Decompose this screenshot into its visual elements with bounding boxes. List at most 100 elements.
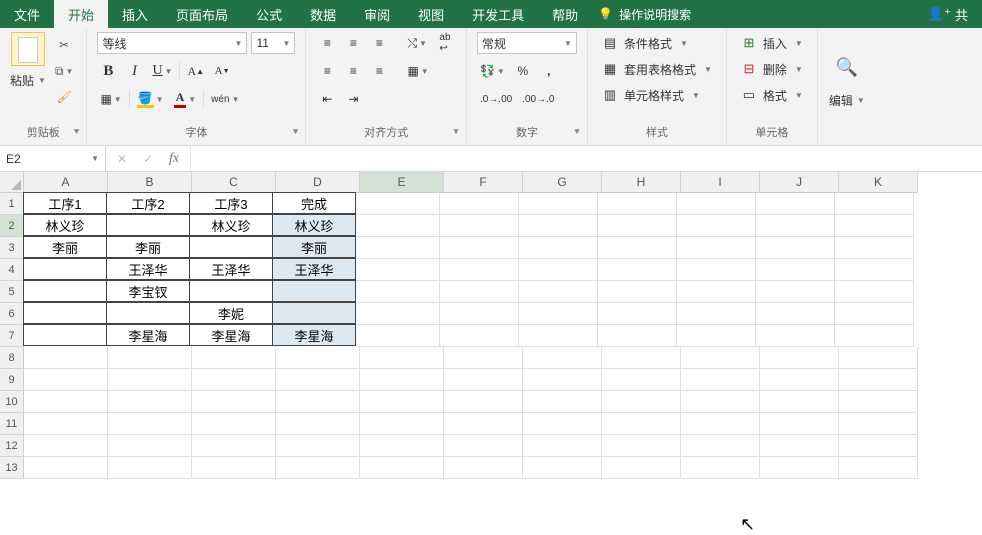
cell[interactable]: 工序2 (106, 192, 190, 214)
row-header[interactable]: 10 (0, 391, 24, 413)
cell[interactable] (677, 303, 756, 325)
cell[interactable] (272, 302, 356, 324)
delete-cells-button[interactable]: ⊟删除▼ (737, 58, 807, 80)
cell[interactable] (444, 369, 523, 391)
italic-button[interactable]: I (123, 60, 145, 82)
tab-home[interactable]: 开始 (54, 0, 108, 28)
cell[interactable]: 林义珍 (272, 214, 356, 236)
cell[interactable]: 李丽 (106, 236, 190, 258)
formula-enter-button[interactable]: ✓ (136, 148, 160, 170)
cell[interactable]: 工序3 (189, 192, 273, 214)
cell[interactable] (756, 281, 835, 303)
column-header[interactable]: A (24, 172, 108, 193)
cell[interactable] (276, 347, 360, 369)
tab-data[interactable]: 数据 (296, 0, 350, 28)
paste-button[interactable]: 粘贴 ▼ (10, 32, 46, 125)
cell[interactable] (444, 457, 523, 479)
cell[interactable] (835, 237, 914, 259)
share-button[interactable]: 👤⁺ 共 (922, 0, 974, 28)
cell[interactable] (677, 281, 756, 303)
cell[interactable] (356, 325, 440, 347)
cell[interactable] (23, 258, 107, 280)
cell[interactable] (760, 391, 839, 413)
cell[interactable] (519, 259, 598, 281)
align-center-button[interactable]: ≡ (342, 60, 364, 82)
cell[interactable]: 李妮 (189, 302, 273, 324)
cell[interactable] (519, 303, 598, 325)
align-left-button[interactable]: ≡ (316, 60, 338, 82)
cell[interactable] (756, 193, 835, 215)
cell[interactable] (677, 259, 756, 281)
cell[interactable]: 王泽华 (272, 258, 356, 280)
cell[interactable] (602, 391, 681, 413)
cell[interactable] (677, 325, 756, 347)
tab-review[interactable]: 审阅 (350, 0, 404, 28)
cell[interactable] (835, 259, 914, 281)
cell[interactable] (519, 215, 598, 237)
cell[interactable] (602, 369, 681, 391)
cell[interactable]: 李星海 (106, 324, 190, 346)
row-header[interactable]: 13 (0, 457, 24, 479)
cell[interactable] (360, 391, 444, 413)
cell[interactable]: 李星海 (189, 324, 273, 346)
dialog-launcher-icon[interactable]: ⯆ (291, 125, 299, 141)
row-header[interactable]: 3 (0, 237, 24, 259)
cell[interactable] (681, 391, 760, 413)
cell[interactable] (440, 237, 519, 259)
cell[interactable] (440, 303, 519, 325)
cells-area[interactable]: 工序1工序2工序3完成林义珍林义珍林义珍李丽李丽李丽王泽华王泽华王泽华李宝钗李妮… (24, 193, 918, 479)
cell[interactable] (760, 435, 839, 457)
cell[interactable] (444, 391, 523, 413)
find-select-button[interactable]: 🔍 (828, 48, 866, 86)
cell[interactable] (677, 215, 756, 237)
cell[interactable] (519, 237, 598, 259)
cell[interactable] (756, 215, 835, 237)
cell[interactable] (519, 193, 598, 215)
row-header[interactable]: 11 (0, 413, 24, 435)
cell[interactable] (602, 457, 681, 479)
cell[interactable]: 工序1 (23, 192, 107, 214)
cell[interactable] (356, 215, 440, 237)
decrease-decimal-button[interactable]: .00→.0 (519, 88, 557, 110)
fill-color-button[interactable]: 🪣▼ (134, 88, 167, 110)
cell[interactable] (276, 391, 360, 413)
cell[interactable] (835, 281, 914, 303)
cell[interactable] (24, 457, 108, 479)
cell[interactable] (839, 413, 918, 435)
cut-button[interactable]: ✂ (53, 34, 75, 56)
tab-view[interactable]: 视图 (404, 0, 458, 28)
column-header[interactable]: K (839, 172, 918, 193)
column-header[interactable]: D (276, 172, 360, 193)
comma-button[interactable]: , (538, 60, 560, 82)
cell[interactable] (108, 369, 192, 391)
select-all-corner[interactable] (0, 172, 24, 193)
cell[interactable] (192, 457, 276, 479)
cell[interactable] (523, 435, 602, 457)
tab-page-layout[interactable]: 页面布局 (162, 0, 242, 28)
column-header[interactable]: E (360, 172, 444, 193)
cell[interactable] (839, 391, 918, 413)
cell[interactable] (598, 193, 677, 215)
cell-styles-button[interactable]: ▥单元格样式▼ (598, 84, 716, 106)
increase-font-button[interactable]: A▲ (184, 60, 207, 82)
cell[interactable] (108, 457, 192, 479)
merge-button[interactable]: ▦▼ (404, 60, 431, 82)
cell[interactable]: 李宝钗 (106, 280, 190, 302)
cell[interactable] (677, 193, 756, 215)
cell[interactable] (276, 435, 360, 457)
cell[interactable] (681, 369, 760, 391)
cell[interactable] (598, 215, 677, 237)
dialog-launcher-icon[interactable]: ⯆ (573, 125, 581, 141)
cell[interactable] (602, 347, 681, 369)
cell[interactable]: 李丽 (23, 236, 107, 258)
cell[interactable] (192, 435, 276, 457)
cell[interactable] (835, 325, 914, 347)
cell[interactable] (760, 369, 839, 391)
bold-button[interactable]: B (97, 60, 119, 82)
cell[interactable] (24, 413, 108, 435)
cell[interactable] (444, 413, 523, 435)
decrease-indent-button[interactable]: ⇤ (316, 88, 338, 110)
cell[interactable] (444, 347, 523, 369)
cell[interactable] (835, 303, 914, 325)
cell[interactable] (523, 369, 602, 391)
